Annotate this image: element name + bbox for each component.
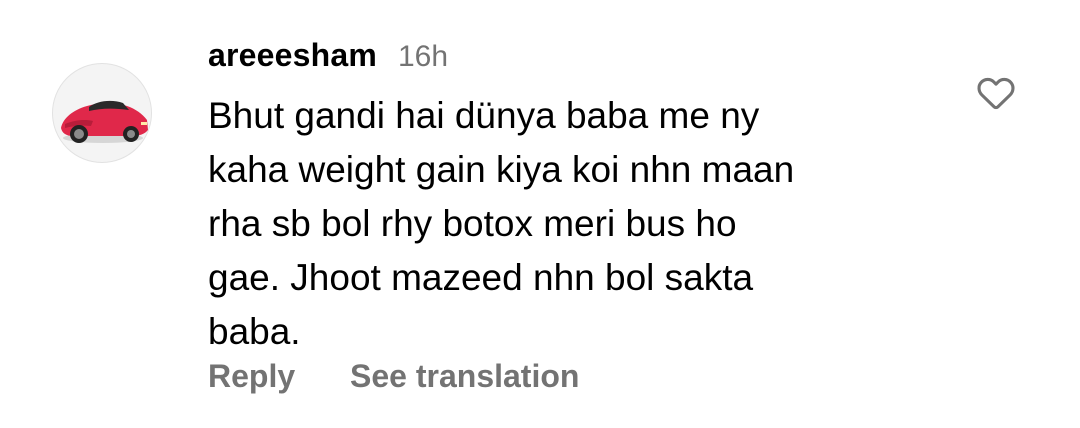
comment-timestamp: 16h [398, 40, 449, 73]
heart-icon [977, 77, 1015, 110]
comment-item: areeesham 16h Bhut gandi hai dünya baba … [0, 0, 1080, 428]
sports-car-icon [61, 100, 148, 143]
comment-text-line: baba. [208, 311, 301, 352]
reply-button[interactable]: Reply [208, 358, 295, 395]
like-button[interactable] [974, 70, 1018, 114]
comment-text: Bhut gandi hai dünya baba me ny kaha wei… [208, 89, 908, 359]
comment-text-line: kaha weight gain kiya koi nhn maan [208, 149, 795, 190]
see-translation-button[interactable]: See translation [350, 358, 579, 395]
comment-text-line: Bhut gandi hai dünya baba me ny [208, 95, 760, 136]
comment-text-line: rha sb bol rhy botox meri bus ho [208, 203, 737, 244]
comment-username[interactable]: areeesham [208, 37, 377, 74]
avatar[interactable] [52, 63, 152, 163]
comment-actions: Reply See translation [208, 358, 579, 395]
comment-text-line: gae. Jhoot mazeed nhn bol sakta [208, 257, 754, 298]
